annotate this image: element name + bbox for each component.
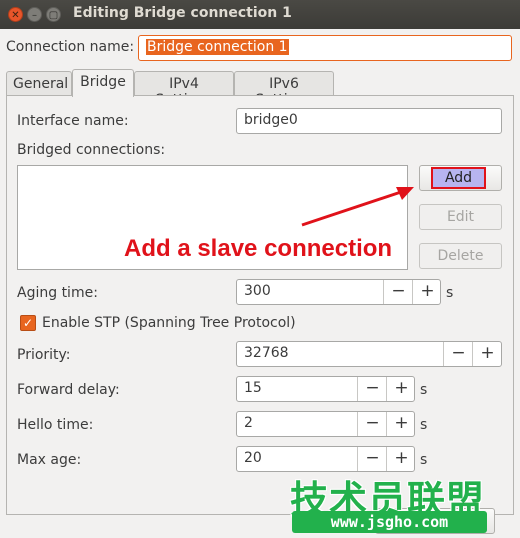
- forward-delay-label: Forward delay:: [17, 382, 120, 398]
- hello-time-value: 2: [244, 415, 253, 431]
- max-age-label: Max age:: [17, 452, 82, 468]
- priority-label: Priority:: [17, 347, 71, 363]
- minimize-icon[interactable]: –: [27, 7, 42, 22]
- max-age-value: 20: [244, 450, 262, 466]
- aging-time-increment-icon[interactable]: +: [412, 280, 442, 304]
- priority-value: 32768: [244, 345, 289, 361]
- close-icon[interactable]: ✕: [8, 7, 23, 22]
- interface-name-value: bridge0: [244, 112, 298, 128]
- tab-ipv4-settings[interactable]: IPv4 Settings: [134, 71, 234, 108]
- priority-increment-icon[interactable]: +: [472, 342, 502, 366]
- enable-stp-label[interactable]: Enable STP (Spanning Tree Protocol): [42, 315, 296, 331]
- hello-time-spinner[interactable]: 2 − +: [236, 411, 415, 437]
- connection-name-input[interactable]: Bridge connection 1: [138, 35, 512, 61]
- aging-time-unit: s: [446, 285, 454, 301]
- enable-stp-checkbox[interactable]: ✓: [20, 315, 36, 331]
- dialog-body: Connection name: Bridge connection 1 Gen…: [0, 29, 520, 538]
- window-title: Editing Bridge connection 1: [73, 5, 292, 21]
- forward-delay-value: 15: [244, 380, 262, 396]
- hello-time-decrement-icon[interactable]: −: [357, 412, 387, 436]
- forward-delay-spinner[interactable]: 15 − +: [236, 376, 415, 402]
- connection-name-value: Bridge connection 1: [146, 39, 289, 55]
- delete-button[interactable]: Delete: [419, 243, 502, 269]
- priority-decrement-icon[interactable]: −: [443, 342, 473, 366]
- title-bar: ✕ – ▢ Editing Bridge connection 1: [0, 0, 520, 29]
- bridged-connections-label: Bridged connections:: [17, 142, 166, 158]
- interface-name-input[interactable]: bridge0: [236, 108, 502, 134]
- tab-general[interactable]: General: [6, 71, 72, 96]
- add-button-label: Add: [431, 167, 486, 189]
- max-age-unit: s: [420, 452, 428, 468]
- aging-time-value: 300: [244, 283, 271, 299]
- add-button[interactable]: Add: [419, 165, 502, 191]
- interface-name-label: Interface name:: [17, 113, 129, 129]
- edit-button[interactable]: Edit: [419, 204, 502, 230]
- connection-name-label: Connection name:: [6, 39, 135, 55]
- forward-delay-decrement-icon[interactable]: −: [357, 377, 387, 401]
- hello-time-increment-icon[interactable]: +: [386, 412, 416, 436]
- hello-time-unit: s: [420, 417, 428, 433]
- annotation-text: Add a slave connection: [124, 235, 393, 262]
- tab-bridge[interactable]: Bridge: [72, 69, 134, 97]
- priority-spinner[interactable]: 32768 − +: [236, 341, 502, 367]
- max-age-increment-icon[interactable]: +: [386, 447, 416, 471]
- forward-delay-unit: s: [420, 382, 428, 398]
- watermark-url: www.jsgho.com: [292, 511, 487, 533]
- tab-ipv6-settings[interactable]: IPv6 Settings: [234, 71, 334, 108]
- max-age-decrement-icon[interactable]: −: [357, 447, 387, 471]
- forward-delay-increment-icon[interactable]: +: [386, 377, 416, 401]
- maximize-icon[interactable]: ▢: [46, 7, 61, 22]
- aging-time-label: Aging time:: [17, 285, 98, 301]
- aging-time-spinner[interactable]: 300 − +: [236, 279, 441, 305]
- aging-time-decrement-icon[interactable]: −: [383, 280, 413, 304]
- hello-time-label: Hello time:: [17, 417, 94, 433]
